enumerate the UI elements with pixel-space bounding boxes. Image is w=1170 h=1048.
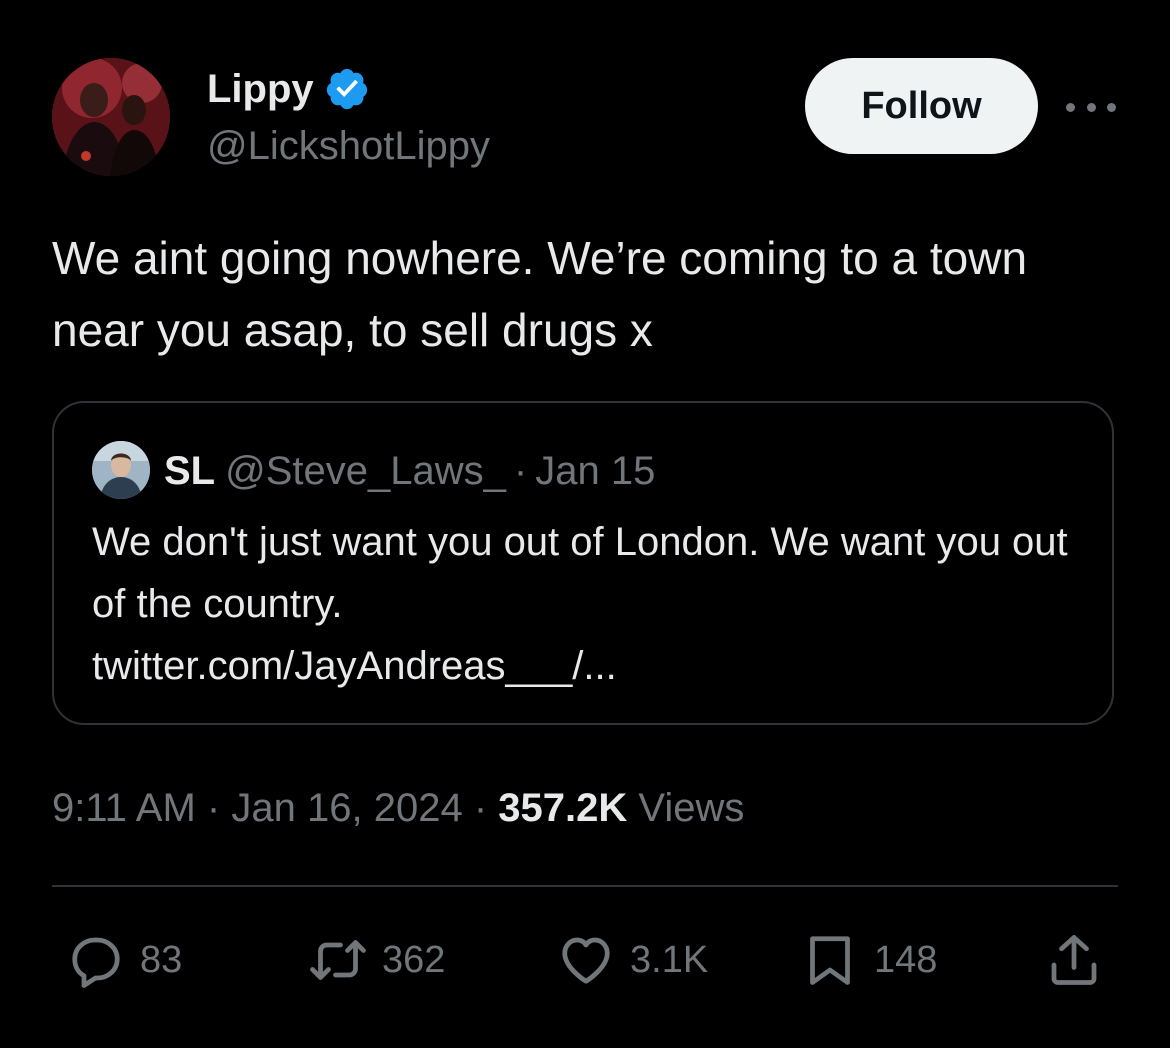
like-count: 3.1K — [630, 938, 709, 981]
share-button[interactable] — [1044, 925, 1104, 995]
quoted-author-name: SL — [164, 449, 216, 493]
author-display-name[interactable]: Lippy — [207, 67, 314, 112]
repost-count: 362 — [382, 938, 446, 981]
author-name-row[interactable]: Lippy — [207, 64, 370, 114]
more-dot — [1066, 102, 1075, 112]
avatar-photo — [52, 58, 170, 176]
reply-icon — [72, 937, 120, 988]
quoted-link[interactable]: twitter.com/JayAndreas___/... — [92, 635, 1092, 697]
meta-separator: · — [206, 786, 221, 830]
more-dot — [1086, 102, 1096, 112]
tweet-time[interactable]: 9:11 AM — [52, 786, 196, 830]
quoted-date: Jan 15 — [535, 449, 656, 493]
bookmark-icon — [810, 936, 850, 985]
reply-count: 83 — [140, 938, 183, 981]
more-dot — [1107, 102, 1116, 112]
tweet-text: We aint going nowhere. We’re coming to a… — [52, 232, 1028, 356]
follow-button[interactable]: Follow — [805, 58, 1038, 154]
quoted-avatar-photo — [92, 441, 150, 499]
author-avatar[interactable] — [52, 58, 170, 176]
author-handle[interactable]: @LickshotLippy — [207, 124, 490, 169]
quoted-header: SL @Steve_Laws_ · Jan 15 — [164, 447, 655, 495]
more-options-icon[interactable] — [1066, 92, 1116, 122]
bookmark-count: 148 — [874, 938, 938, 981]
meta-separator: · — [473, 786, 488, 830]
tweet-meta: 9:11 AM · Jan 16, 2024 · 357.2K Views — [52, 782, 744, 834]
quoted-tweet-card[interactable]: SL @Steve_Laws_ · Jan 15 We don't just want… — [52, 401, 1114, 725]
views-label: Views — [638, 786, 745, 830]
bookmark-button[interactable]: 148 — [800, 925, 937, 995]
share-icon — [1051, 935, 1097, 985]
tweet-date[interactable]: Jan 16, 2024 — [231, 786, 462, 830]
verified-badge-icon — [324, 66, 370, 112]
quoted-author-handle: @Steve_Laws_ — [225, 449, 506, 493]
repost-icon — [310, 940, 366, 980]
repost-button[interactable]: 362 — [308, 925, 445, 995]
quoted-separator: · — [513, 449, 528, 493]
action-bar: 83 362 3.1K 148 — [0, 925, 1170, 995]
reply-button[interactable]: 83 — [66, 925, 182, 995]
views-count: 357.2K — [498, 786, 628, 830]
quoted-text-block: We don't just want you out of London. We… — [92, 511, 1092, 697]
tweet: Lippy @LickshotLippy Follow We aint goin… — [0, 0, 1170, 1048]
quoted-author-avatar — [92, 441, 150, 499]
like-button[interactable]: 3.1K — [556, 925, 708, 995]
divider — [52, 885, 1118, 887]
heart-icon — [562, 937, 610, 984]
quoted-text: We don't just want you out of London. We… — [92, 520, 1068, 626]
